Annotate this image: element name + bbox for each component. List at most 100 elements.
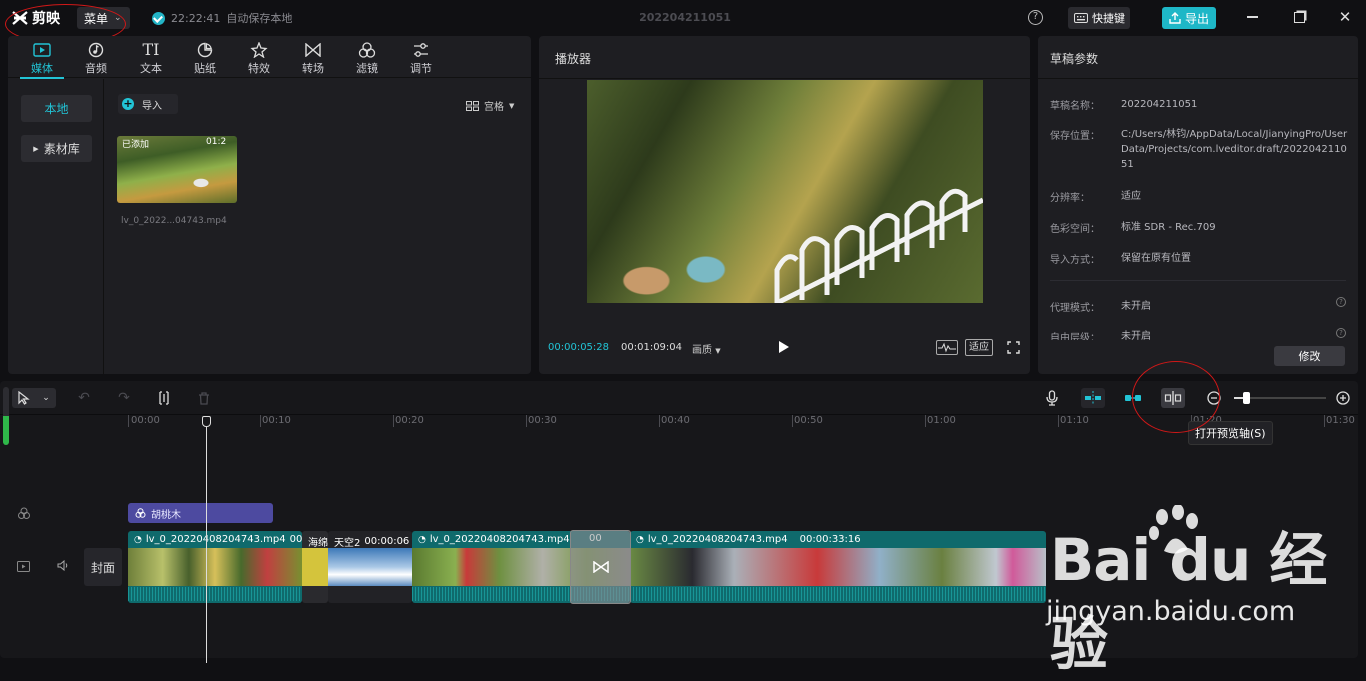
baidu-paw-icon [1149,505,1198,554]
draft-panel: 草稿参数 草稿名称： 202204211051 保存位置： C:/Users/林钧/… [1038,36,1358,374]
fit-button[interactable]: 适应 [965,339,993,356]
adjust-icon [401,40,441,59]
draft-title: 草稿参数 [1050,52,1099,66]
ruler-label: 00:20 [395,415,424,426]
media-sidebar: 本地 ▶ 素材库 [8,79,104,374]
sidebar-item-local[interactable]: 本地 [21,95,92,122]
media-tabbar: 媒体 音频 TI 文本 贴纸 特效 转场 滤镜 调节 [8,36,531,79]
undo-icon[interactable]: ↶ [75,389,93,407]
playhead-line[interactable] [206,423,207,663]
filter-clip[interactable]: 胡桃木 [128,503,273,523]
tab-audio[interactable]: 音频 [76,40,116,76]
minimize-icon[interactable] [1243,8,1261,26]
field-key: 保存位置： [1050,131,1100,142]
caret-down-icon: ▼ [715,347,721,355]
sidebar-item-library[interactable]: ▶ 素材库 [21,135,92,162]
clip-name: lv_0_20220408204743.mp4 [647,534,788,545]
title-bar: 剪映 菜单 ⌄ 22:22:41 自动保存本地 202204211051 ? 快… [0,0,1366,44]
thumb-filename: lv_0_2022...04743.mp4 [121,216,227,226]
clip-name: lv_0_20220408204743.mp4 [145,534,286,545]
shortcut-button[interactable]: 快捷键 [1068,7,1130,29]
sidebar-item-label: 素材库 [43,142,80,156]
project-title: 202204211051 [639,11,731,24]
clip-duration: 00:00:06 [289,534,302,545]
video-preview[interactable] [587,80,983,303]
import-button[interactable]: + 导入 [118,94,178,114]
play-icon[interactable] [779,341,789,353]
waveform-icon[interactable] [936,340,958,355]
help-icon[interactable]: ? [1336,328,1346,338]
video-clip[interactable]: ◔ lv_0_20220408204743.mp4 00:00:06 [128,531,302,603]
player-panel: 播放器 00:00:05:28 00:01:09:04 画质 ▼ 适应 [539,36,1030,374]
split-icon[interactable] [155,389,173,407]
field-key: 分辨率： [1050,193,1090,204]
tab-label: 贴纸 [194,62,216,75]
view-mode-dropdown[interactable]: 宫格 ▼ [466,98,514,113]
clip-name: 天空2 [334,538,361,549]
redo-icon[interactable]: ↷ [115,389,133,407]
field-key: 代理模式： [1050,303,1100,314]
clip-duration: 00:00:06 [364,536,410,547]
speed-icon: ◔ [134,534,142,545]
zoom-slider-handle[interactable] [1243,392,1250,404]
tab-label: 媒体 [31,62,53,75]
effects-icon [239,40,279,59]
video-clip[interactable]: ◔ lv_0_20220408204743.mp4 00:00:33:16 [630,531,1046,603]
delete-icon[interactable] [195,389,213,407]
transition-marker[interactable]: 00 [570,530,631,604]
clip-frames [328,548,412,586]
speaker-icon[interactable] [57,559,70,574]
fullscreen-icon[interactable] [1007,341,1020,354]
modify-button[interactable]: 修改 [1274,346,1345,366]
playhead-handle[interactable] [202,416,211,427]
autosave-status: 22:22:41 自动保存本地 [152,10,292,26]
tab-label: 音频 [85,62,107,75]
tab-filter[interactable]: 滤镜 [347,40,387,76]
help-icon[interactable]: ? [1028,10,1043,25]
caret-down-icon: ▼ [509,101,515,110]
quality-dropdown[interactable]: 画质 ▼ [692,341,721,356]
tab-label: 转场 [302,62,324,75]
chevron-down-icon[interactable]: ⌄ [37,389,55,407]
tab-sticker[interactable]: 贴纸 [185,40,225,76]
divider [1038,78,1358,79]
tab-transition[interactable]: 转场 [293,40,333,76]
microphone-icon[interactable] [1043,389,1061,407]
ruler-label: 01:10 [1060,415,1089,426]
tab-text[interactable]: TI 文本 [131,40,171,76]
filter-clip-label: 胡桃木 [151,509,181,521]
ruler-label: 00:10 [262,415,291,426]
clip-label: 海绵 [308,534,328,549]
cover-button[interactable]: 封面 [84,548,122,586]
audio-waveform [630,587,1046,601]
help-icon[interactable]: ? [1336,297,1346,307]
zoom-in-icon[interactable] [1334,389,1352,407]
media-panel: 媒体 音频 TI 文本 贴纸 特效 转场 滤镜 调节 本地 ▶ 素材库 + 导入… [8,36,531,374]
ruler-label: 00:50 [794,415,823,426]
tab-effects[interactable]: 特效 [239,40,279,76]
video-clip[interactable]: 海绵 [302,531,328,603]
video-clip[interactable]: 天空2 00:00:06 [328,531,412,603]
shortcut-label: 快捷键 [1092,12,1125,25]
tab-label: 调节 [410,62,432,75]
field-key: 草稿名称： [1050,101,1100,112]
added-badge: 已添加 [122,140,150,150]
clip-frames [302,548,328,586]
field-value: 未开启 [1121,301,1151,312]
tab-label: 特效 [248,62,270,75]
tab-media[interactable]: 媒体 [22,40,62,76]
export-button[interactable]: 导出 [1162,7,1216,29]
clip-label: ◔ lv_0_20220408204743.mp4 00:00:06 [134,534,302,545]
export-label: 导出 [1185,11,1210,26]
speed-icon: ◔ [636,534,644,545]
autosave-text: 自动保存本地 [226,12,293,25]
ruler-label: 01:00 [927,415,956,426]
tab-adjust[interactable]: 调节 [401,40,441,76]
main-track-magnet-icon[interactable] [1084,389,1102,407]
player-title: 播放器 [555,52,592,66]
import-label: 导入 [142,100,162,112]
grid-icon [466,100,479,111]
close-icon[interactable]: ✕ [1336,8,1354,26]
maximize-icon[interactable] [1290,8,1308,26]
cursor-icon[interactable] [15,389,33,407]
